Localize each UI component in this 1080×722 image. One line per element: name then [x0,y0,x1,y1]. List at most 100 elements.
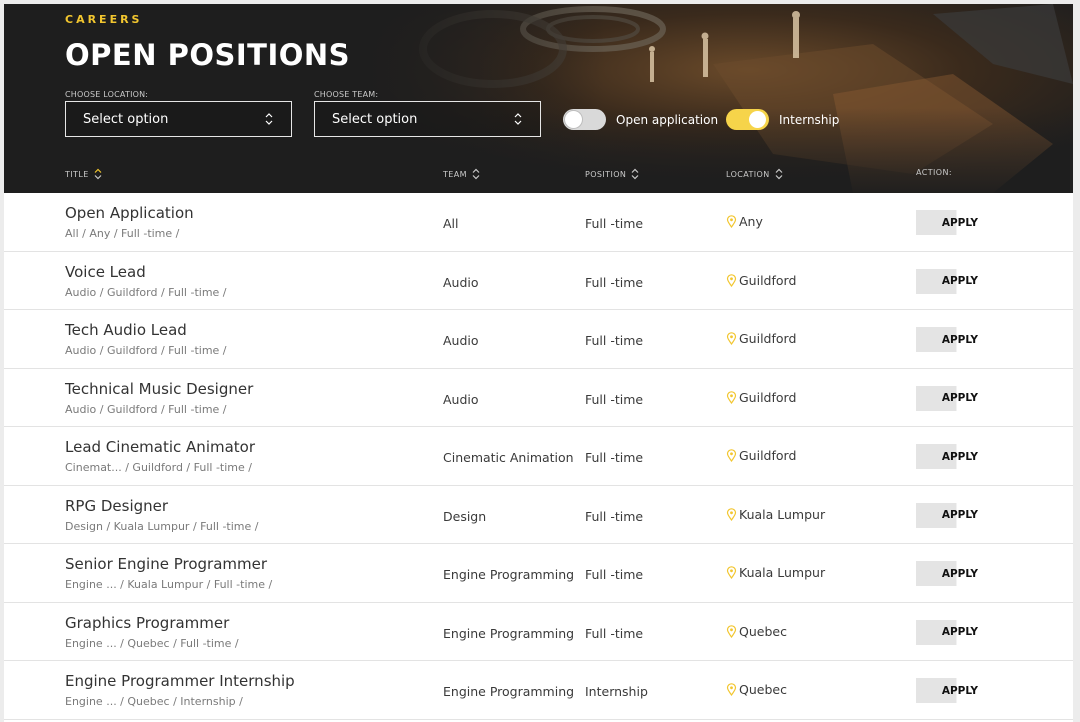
location-pin-icon [726,449,737,462]
job-row[interactable]: Open Application All / Any / Full -time … [4,193,1073,252]
location-select[interactable]: Select option [65,101,292,137]
job-title[interactable]: RPG Designer [65,497,168,515]
job-location: Kuala Lumpur [726,565,825,580]
job-title[interactable]: Graphics Programmer [65,614,229,632]
job-location-label: Guildford [739,272,797,288]
sort-icon [472,168,480,180]
sort-icon [94,168,102,180]
column-header-title[interactable]: TITLE [65,168,102,180]
job-location-label: Quebec [739,623,787,639]
job-team: Design [443,508,487,524]
hero-header: CAREERS OPEN POSITIONS CHOOSE LOCATION: … [4,4,1073,193]
column-header-action: ACTION: [916,168,952,177]
job-position: Internship [585,684,648,699]
job-position: Full -time [585,508,644,524]
job-position: Full -time [585,625,644,641]
column-action-label: ACTION: [916,168,952,177]
job-position: Full -time [585,450,644,465]
careers-eyebrow: CAREERS [65,13,143,26]
job-location: Guildford [726,448,796,463]
job-location: Quebec [726,682,787,697]
job-location: Quebec [726,624,787,639]
apply-button[interactable]: APPLY [916,385,986,411]
apply-button[interactable]: APPLY [916,327,986,352]
location-pin-icon [726,507,737,521]
job-position: Full -time [585,391,644,407]
job-title[interactable]: Open Application [65,204,194,222]
select-arrows-icon [513,112,523,126]
location-pin-icon [726,683,737,696]
open-application-toggle[interactable] [563,109,606,130]
job-location-label: Quebec [739,682,787,697]
team-select-value: Select option [332,111,418,127]
job-title[interactable]: Voice Lead [65,263,146,281]
careers-page: CAREERS OPEN POSITIONS CHOOSE LOCATION: … [4,4,1073,722]
job-location-label: Kuala Lumpur [739,565,826,580]
job-team: Engine Programming [443,567,575,582]
hero-artwork [353,4,1073,193]
job-position: Full -time [585,333,644,348]
job-location: Guildford [726,331,796,346]
job-position: Full -time [585,216,644,231]
column-header-team[interactable]: TEAM [443,168,480,180]
job-team: All [443,216,459,231]
column-header-location[interactable]: LOCATION [726,168,783,180]
apply-button[interactable]: APPLY [916,210,986,235]
job-location: Guildford [726,390,796,405]
job-meta: All / Any / Full -time / [65,227,180,240]
page-title: OPEN POSITIONS [65,38,351,72]
open-application-label: Open application [616,113,719,127]
job-meta: Engine ... / Quebec / Full -time / [65,636,239,650]
sort-icon [631,168,639,180]
job-location-label: Any [739,214,763,229]
column-title-label: TITLE [65,169,89,179]
job-title[interactable]: Senior Engine Programmer [65,555,267,573]
apply-button[interactable]: APPLY [916,678,986,703]
job-position: Full -time [585,567,644,582]
job-meta: Audio / Guildford / Full -time / [65,344,227,357]
column-header-position[interactable]: POSITION [585,168,639,180]
internship-toggle[interactable] [726,109,769,130]
job-row[interactable]: Engine Programmer Internship Engine ... … [4,661,1073,720]
apply-button[interactable]: APPLY [916,268,986,294]
column-location-label: LOCATION [726,169,770,179]
job-location: Kuala Lumpur [726,507,825,522]
location-pin-icon [726,273,737,287]
location-pin-icon [726,332,737,345]
team-filter-label: CHOOSE TEAM: [314,90,379,99]
job-location-label: Guildford [739,331,797,346]
job-row[interactable]: Senior Engine Programmer Engine ... / Ku… [4,544,1073,603]
job-team: Cinematic Animation [443,450,574,465]
job-row[interactable]: Lead Cinematic Animator Cinemat... / Gui… [4,427,1073,486]
job-row[interactable]: Graphics Programmer Engine ... / Quebec … [4,602,1073,661]
job-row[interactable]: Voice Lead Audio / Guildford / Full -tim… [4,251,1073,310]
column-position-label: POSITION [585,169,627,179]
internship-label: Internship [779,113,840,127]
location-pin-icon [726,566,737,579]
job-row[interactable]: Technical Music Designer Audio / Guildfo… [4,368,1073,427]
job-meta: Audio / Guildford / Full -time / [65,402,227,416]
job-title[interactable]: Tech Audio Lead [65,321,187,339]
apply-button[interactable]: APPLY [916,444,986,469]
apply-button[interactable]: APPLY [916,502,986,528]
location-pin-icon [726,390,737,404]
job-title[interactable]: Technical Music Designer [65,380,253,398]
location-select-value: Select option [83,111,169,127]
job-row[interactable]: RPG Designer Design / Kuala Lumpur / Ful… [4,485,1073,544]
job-meta: Audio / Guildford / Full -time / [65,285,227,299]
apply-button[interactable]: APPLY [916,619,986,645]
job-location-label: Kuala Lumpur [739,506,826,522]
job-meta: Cinemat... / Guildford / Full -time / [65,461,252,474]
job-title[interactable]: Engine Programmer Internship [65,672,295,690]
job-team: Engine Programming [443,625,575,641]
job-title[interactable]: Lead Cinematic Animator [65,438,255,456]
team-select[interactable]: Select option [314,101,541,137]
apply-button[interactable]: APPLY [916,561,986,586]
location-pin-icon [726,624,737,638]
job-position: Full -time [585,274,644,290]
job-meta: Engine ... / Kuala Lumpur / Full -time / [65,578,273,591]
job-list: Open Application All / Any / Full -time … [4,193,1073,720]
column-team-label: TEAM [443,169,467,179]
job-row[interactable]: Tech Audio Lead Audio / Guildford / Full… [4,310,1073,369]
job-team: Engine Programming [443,684,575,699]
